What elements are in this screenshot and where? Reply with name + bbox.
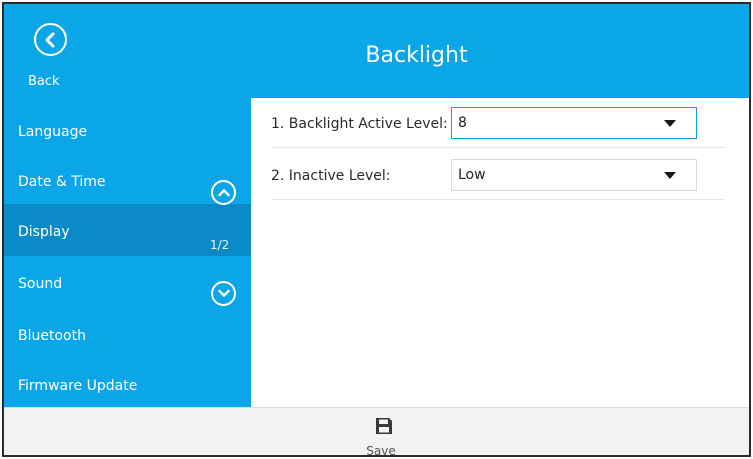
save-label: Save (366, 444, 396, 457)
floppy-disk-icon (376, 418, 392, 434)
back-label: Back (28, 74, 60, 89)
inactive-level-select[interactable]: Low (451, 159, 697, 191)
setting-label: 1. Backlight Active Level: (271, 116, 448, 132)
header-bar: Back Backlight (4, 4, 749, 98)
sidebar-item-label: Date & Time (18, 174, 106, 190)
backlight-active-level-select[interactable]: 8 (451, 107, 697, 139)
settings-panel: 1. Backlight Active Level: 8 2. Inactive… (251, 98, 749, 407)
sidebar-item-language[interactable]: Language (4, 104, 251, 156)
sidebar-item-bluetooth[interactable]: Bluetooth (4, 308, 251, 360)
chevron-up-icon (218, 189, 230, 197)
sidebar-item-label: Firmware Update (18, 378, 138, 394)
page-indicator: 1/2 (210, 238, 230, 252)
dropdown-caret-icon (664, 172, 676, 179)
sidebar-item-label: Language (18, 124, 88, 140)
select-value: Low (458, 167, 486, 183)
select-value: 8 (458, 115, 467, 131)
phone-screen: Back Backlight Language Date & Time Disp… (2, 2, 751, 457)
sidebar: Language Date & Time Display Sound Bluet… (4, 98, 251, 407)
sidebar-item-label: Bluetooth (18, 328, 86, 344)
setting-row-inactive-level: 2. Inactive Level: Low (271, 152, 725, 200)
setting-label: 2. Inactive Level: (271, 168, 391, 184)
setting-row-backlight-active-level: 1. Backlight Active Level: 8 (271, 100, 725, 148)
dropdown-caret-icon (664, 120, 676, 127)
scroll-up-button[interactable] (211, 180, 236, 205)
sidebar-item-label: Display (18, 224, 70, 240)
sidebar-item-firmware-update[interactable]: Firmware Update (4, 358, 251, 410)
save-button[interactable]: Save (359, 414, 419, 457)
chevron-down-icon (218, 289, 230, 297)
scroll-down-button[interactable] (211, 281, 236, 306)
sidebar-item-label: Sound (18, 276, 63, 292)
page-title: Backlight (365, 43, 468, 68)
footer-bar: Save (4, 407, 749, 457)
